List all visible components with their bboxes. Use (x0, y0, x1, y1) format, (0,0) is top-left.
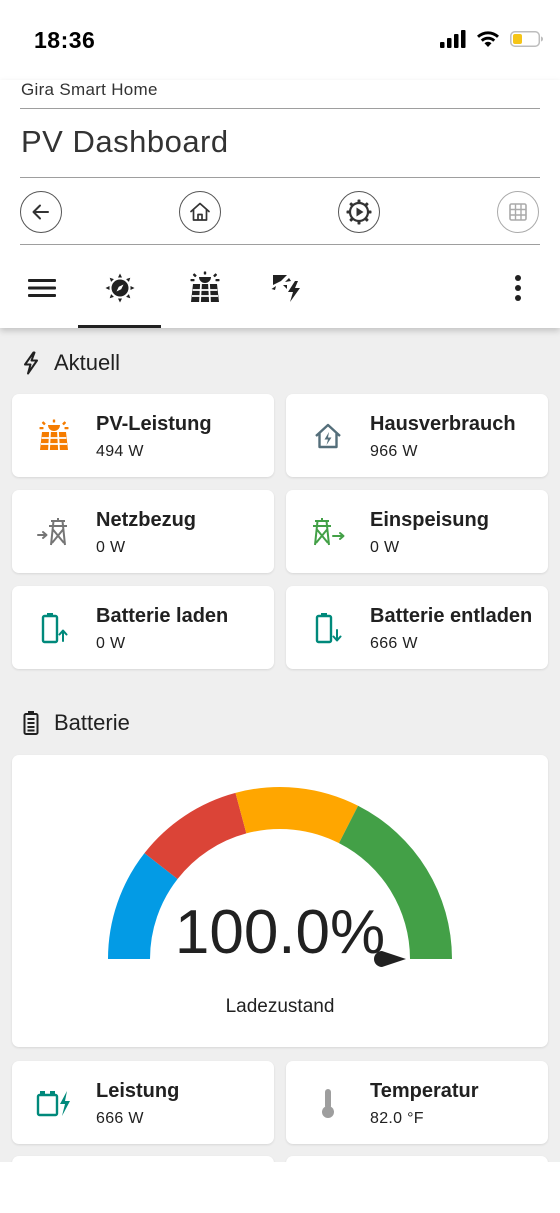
home-lightning-icon (310, 418, 346, 454)
app-name: Gira Smart Home (21, 80, 158, 99)
solar-panel-icon (190, 271, 219, 303)
arrow-left-icon (32, 204, 49, 220)
home-icon (190, 202, 210, 221)
tab-solar[interactable] (163, 248, 246, 328)
bottom-safe-area (0, 1162, 560, 1213)
thermometer-icon (310, 1085, 346, 1121)
cellular-signal-icon (440, 30, 466, 48)
status-time: 18:36 (34, 27, 96, 53)
card-value: 0 W (96, 635, 126, 652)
hamburger-menu-icon (28, 279, 56, 297)
more-vertical-icon (515, 275, 521, 301)
solar-panel-icon (36, 418, 72, 454)
tab-overview[interactable] (78, 248, 161, 328)
more-options-button[interactable] (494, 248, 542, 328)
card-value: 966 W (370, 443, 418, 460)
gear-play-icon (346, 199, 372, 225)
card-title: Temperatur (370, 1080, 479, 1102)
divider (20, 177, 540, 178)
battery-charging-up-icon (36, 610, 72, 646)
card-value: 494 W (96, 443, 144, 460)
section-title: Batterie (54, 710, 130, 735)
section-title: Aktuell (54, 350, 121, 375)
card-title: Einspeisung (370, 509, 489, 531)
card-title: Leistung (96, 1080, 180, 1102)
gauge-needle (374, 951, 406, 967)
transmission-tower-export-icon (310, 514, 346, 550)
card-einspeisung[interactable]: Einspeisung 0 W (286, 490, 548, 573)
card-value: 82.0 °F (370, 1110, 424, 1127)
card-batterie-laden[interactable]: Batterie laden 0 W (12, 586, 274, 669)
active-tab-indicator (78, 325, 161, 328)
status-icons (440, 30, 544, 48)
card-title: Batterie laden (96, 605, 229, 627)
card-pv-leistung[interactable]: PV-Leistung 494 W (12, 394, 274, 477)
battery-outline-icon (23, 711, 39, 735)
scenes-button[interactable] (338, 191, 380, 233)
flash-outline-icon (24, 351, 38, 375)
card-title: Netzbezug (96, 509, 196, 531)
wifi-icon (477, 31, 499, 47)
status-bar: 18:36 (0, 0, 560, 80)
gauge-label: Ladezustand (225, 996, 335, 1017)
battery-charging-icon (36, 1085, 72, 1121)
grid-icon (509, 203, 527, 221)
battery-gauge-card[interactable]: 100.0% Ladezustand (12, 755, 548, 1047)
card-batterie-entladen[interactable]: Batterie entladen 666 W (286, 586, 548, 669)
card-title: PV-Leistung (96, 413, 212, 435)
solar-flash-icon (271, 275, 300, 302)
home-button[interactable] (179, 191, 221, 233)
grid-view-button[interactable] (497, 191, 539, 233)
tab-energy-flow[interactable] (245, 248, 328, 328)
app-header: Gira Smart Home PV Dashboard (0, 80, 560, 328)
section-aktuell: Aktuell (22, 350, 120, 376)
card-netzbezug[interactable]: Netzbezug 0 W (12, 490, 274, 573)
card-hausverbrauch[interactable]: Hausverbrauch 966 W (286, 394, 548, 477)
card-value: 666 W (370, 635, 418, 652)
menu-button[interactable] (18, 248, 66, 328)
battery-status-icon (510, 31, 543, 47)
tab-bar (0, 248, 560, 328)
card-title: Batterie entladen (370, 605, 533, 627)
card-value: 666 W (96, 1110, 144, 1127)
card-temperatur[interactable]: Temperatur 82.0 °F (286, 1061, 548, 1144)
gauge-value: 100.0% (175, 898, 385, 967)
gauge-segment (235, 787, 359, 844)
battery-charging-down-icon (310, 610, 346, 646)
back-button[interactable] (20, 191, 62, 233)
solar-power-compass-icon (105, 273, 134, 303)
card-value: 0 W (96, 539, 126, 556)
card-title: Hausverbrauch (370, 413, 516, 435)
dashboard-content: Aktuell PV-Leistung 494 W Hausverbrauch … (0, 328, 560, 1162)
divider (20, 244, 540, 245)
page-title: PV Dashboard (21, 124, 229, 159)
card-value: 0 W (370, 539, 400, 556)
divider (20, 108, 540, 109)
section-batterie: Batterie (22, 710, 130, 736)
card-leistung[interactable]: Leistung 666 W (12, 1061, 274, 1144)
transmission-tower-import-icon (36, 514, 72, 550)
